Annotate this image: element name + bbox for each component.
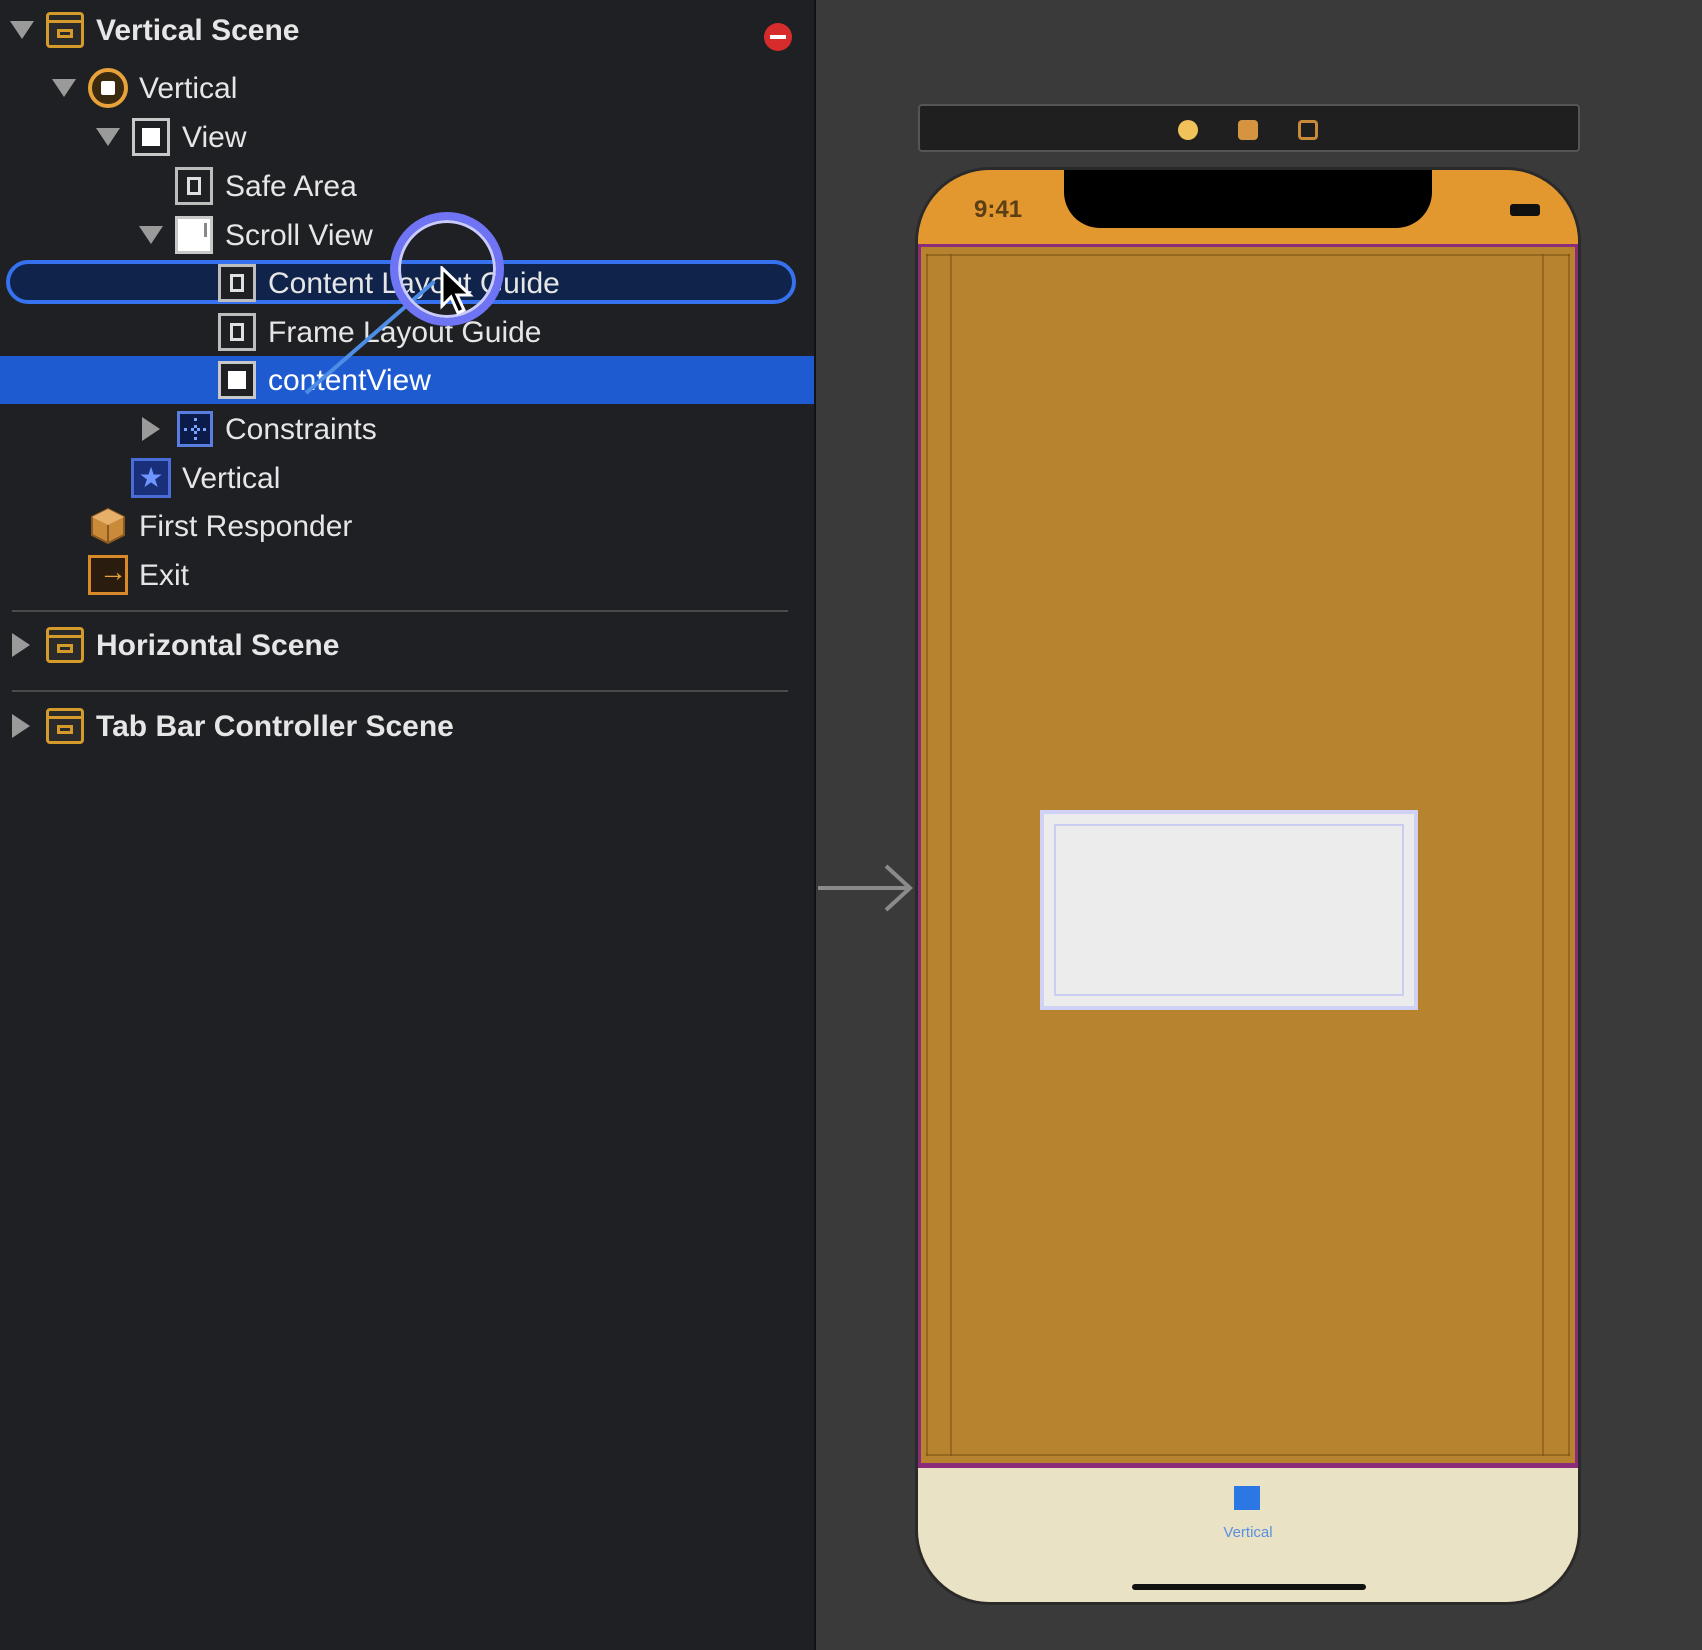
tab-item-square-icon[interactable] xyxy=(1234,1486,1260,1510)
row-label: Safe Area xyxy=(225,170,357,203)
scene-separator xyxy=(12,610,788,612)
row-label: First Responder xyxy=(139,510,353,543)
status-bar: 9:41 xyxy=(918,170,1578,244)
outline-row-vertical-controller[interactable]: Vertical xyxy=(0,64,814,112)
view-controller-icon xyxy=(88,68,128,108)
scene-icon xyxy=(46,12,84,48)
constraints-icon xyxy=(177,411,213,447)
row-label: Constraints xyxy=(225,413,377,446)
scroll-view-area[interactable] xyxy=(918,244,1578,1466)
scroll-view-icon xyxy=(175,216,213,254)
scene-separator xyxy=(12,690,788,692)
disclosure-collapsed-icon[interactable] xyxy=(142,417,160,441)
outline-row-vertical-scene[interactable]: Vertical Scene xyxy=(0,6,814,54)
disclosure-expanded-icon[interactable] xyxy=(52,79,76,97)
battery-icon xyxy=(1510,204,1540,216)
view-icon xyxy=(132,118,170,156)
outline-row-safe-area[interactable]: Safe Area xyxy=(0,162,814,210)
outline-row-tab-bar-controller-scene[interactable]: Tab Bar Controller Scene xyxy=(0,702,814,750)
outline-row-frame-layout-guide[interactable]: Frame Layout Guide xyxy=(0,308,814,356)
row-label: contentView xyxy=(268,364,431,397)
disclosure-expanded-icon[interactable] xyxy=(10,21,34,39)
exit-icon xyxy=(88,555,128,595)
layout-guide-icon xyxy=(218,313,256,351)
layout-guide-line xyxy=(926,1454,1570,1456)
outline-row-first-responder[interactable]: First Responder xyxy=(0,502,814,550)
exit-dock-icon[interactable] xyxy=(1298,120,1318,140)
view-controller-dock-icon[interactable] xyxy=(1178,120,1198,140)
row-label: Scroll View xyxy=(225,219,373,252)
star-icon: ★ xyxy=(131,458,171,498)
outline-row-content-view[interactable]: contentView xyxy=(0,356,814,404)
outline-row-view[interactable]: View xyxy=(0,113,814,161)
scene-icon xyxy=(46,708,84,744)
first-responder-dock-icon[interactable] xyxy=(1238,120,1258,140)
layout-guide-line xyxy=(926,254,1570,256)
first-responder-cube-icon xyxy=(88,506,128,546)
device-frame[interactable]: 9:41 Vertical xyxy=(918,170,1578,1602)
layout-guide-line xyxy=(1542,254,1544,1456)
layout-guide-line xyxy=(1568,254,1570,1456)
mouse-pointer-icon xyxy=(440,266,474,316)
initial-scene-arrow-icon xyxy=(818,864,913,912)
scene-dock xyxy=(918,104,1580,152)
row-label: Vertical xyxy=(139,72,238,105)
layout-guide-icon xyxy=(175,167,213,205)
document-outline: Vertical Scene Vertical View Safe Area S… xyxy=(0,0,814,1650)
device-notch xyxy=(1064,170,1432,228)
status-time: 9:41 xyxy=(974,196,1023,223)
disclosure-collapsed-icon[interactable] xyxy=(12,633,30,657)
layout-guide-icon xyxy=(218,264,256,302)
content-view-box[interactable] xyxy=(1040,810,1418,1010)
outline-row-horizontal-scene[interactable]: Horizontal Scene xyxy=(0,621,814,669)
scene-label: Vertical Scene xyxy=(96,14,300,47)
outline-row-exit[interactable]: Exit xyxy=(0,551,814,599)
disclosure-expanded-icon[interactable] xyxy=(139,226,163,244)
tab-item-label[interactable]: Vertical xyxy=(918,1524,1578,1541)
disclosure-expanded-icon[interactable] xyxy=(96,128,120,146)
home-indicator xyxy=(1132,1584,1366,1590)
scene-label: Tab Bar Controller Scene xyxy=(96,710,454,743)
outline-row-constraints[interactable]: Constraints xyxy=(0,405,814,453)
warning-badge-icon[interactable] xyxy=(764,23,792,51)
scene-label: Horizontal Scene xyxy=(96,629,340,662)
row-label: Vertical xyxy=(182,462,281,495)
layout-guide-line xyxy=(926,254,928,1456)
tab-bar: Vertical xyxy=(918,1466,1578,1602)
row-label: View xyxy=(182,121,247,154)
view-icon xyxy=(218,361,256,399)
outline-row-tab-bar-item[interactable]: ★ Vertical xyxy=(0,454,814,502)
layout-guide-line xyxy=(950,254,952,1456)
disclosure-collapsed-icon[interactable] xyxy=(12,714,30,738)
row-label: Frame Layout Guide xyxy=(268,316,542,349)
row-label: Exit xyxy=(139,559,190,592)
scene-icon xyxy=(46,627,84,663)
